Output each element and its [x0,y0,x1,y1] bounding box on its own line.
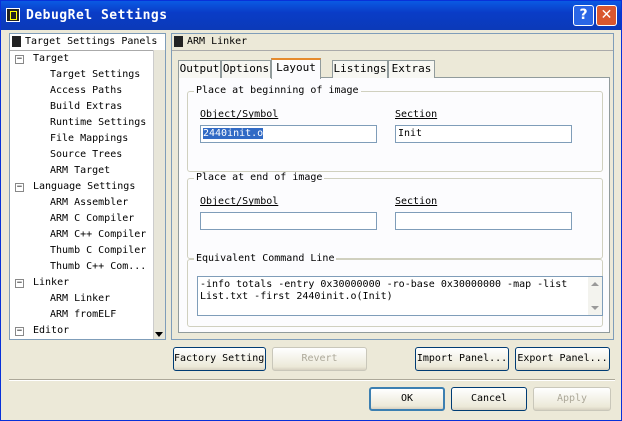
export-panel-button[interactable]: Export Panel... [515,347,610,371]
layout-tab-body: Place at beginning of image Object/Symbo… [178,77,610,333]
tree-item-arm-assembler[interactable]: ARM Assembler [50,195,128,211]
tree-item-file-mappings[interactable]: File Mappings [50,131,128,147]
tree-item-access-paths[interactable]: Access Paths [50,83,122,99]
tree-item-source-trees[interactable]: Source Trees [50,147,122,163]
tree-item-target-settings[interactable]: Target Settings [50,67,140,83]
begin-object-label: Object/Symbol [200,109,279,120]
collapse-icon[interactable]: − [15,55,24,64]
panel-icon [12,36,21,47]
command-line-group: Equivalent Command Line -info totals -en… [187,253,603,327]
tree-group-label: Target [33,53,70,64]
begin-section-label: Section [395,109,438,120]
command-scrollbar[interactable] [588,277,602,315]
tree-group-label: Editor [33,325,70,336]
begin-image-group: Place at beginning of image Object/Symbo… [187,85,603,172]
tree-item-thumb-c-compiler[interactable]: Thumb C Compiler [50,243,146,259]
settings-window: DebugRel Settings ? ✕ Target Settings Pa… [0,0,622,421]
tab-layout[interactable]: Layout [271,58,321,79]
pane-title: ARM Linker [187,36,248,47]
tree-item-thumb-c-com[interactable]: Thumb C++ Com... [50,259,146,275]
app-icon [6,8,20,22]
scroll-down-icon[interactable] [155,332,163,337]
help-button[interactable]: ? [573,5,594,26]
command-line-value: -info totals -entry 0x30000000 -ro-base … [200,279,568,302]
begin-group-title: Place at beginning of image [194,85,361,97]
divider [9,379,615,381]
collapse-icon[interactable]: − [15,183,24,192]
command-group-title: Equivalent Command Line [194,253,337,265]
end-image-group: Place at end of image Object/Symbol Sect… [187,172,603,259]
tree-item-arm-linker[interactable]: ARM Linker [50,291,110,307]
panels-header-label: Target Settings Panels [25,36,158,47]
factory-settings-button[interactable]: Factory Settings [173,347,266,371]
begin-section-input[interactable]: Init [395,125,572,143]
tree-item-arm-fromelf[interactable]: ARM fromELF [50,307,116,323]
collapse-icon[interactable]: − [15,327,24,336]
begin-object-value: 2440init.o [203,128,264,139]
scroll-up-icon[interactable] [591,282,599,286]
end-group-title: Place at end of image [194,172,325,184]
close-button[interactable]: ✕ [596,5,617,26]
panel-icon [174,36,183,47]
settings-panels-tree[interactable]: Target Settings Panels − Target Target Set… [9,33,166,340]
scroll-down-icon[interactable] [591,306,599,310]
tab-options[interactable]: Options [221,60,271,78]
command-line-text[interactable]: -info totals -entry 0x30000000 -ro-base … [197,276,603,316]
pane-header: ARM Linker [172,34,613,51]
tab-output[interactable]: Output [178,60,221,78]
apply-button[interactable]: Apply [533,387,611,411]
end-section-label: Section [395,196,438,207]
tree-item-build-extras[interactable]: Build Extras [50,99,122,115]
begin-object-input[interactable]: 2440init.o [200,125,377,143]
end-object-label: Object/Symbol [200,196,279,207]
tree-item-arm-c-compiler[interactable]: ARM C++ Compiler [50,227,146,243]
tree-group-label: Linker [33,277,70,288]
tab-listings[interactable]: Listings [332,60,388,78]
end-object-input[interactable] [200,212,377,230]
cancel-button[interactable]: Cancel [451,387,527,411]
panels-header: Target Settings Panels [10,34,165,51]
tree-item-runtime-settings[interactable]: Runtime Settings [50,115,146,131]
collapse-icon[interactable]: − [15,279,24,288]
scrollbar-thumb[interactable] [153,50,165,339]
window-title: DebugRel Settings [26,8,168,23]
tree-item-arm-target[interactable]: ARM Target [50,163,110,179]
tree-group-label: Language Settings [33,181,136,192]
tree-scrollbar[interactable] [153,50,165,339]
import-panel-button[interactable]: Import Panel... [415,347,509,371]
tree-item-arm-c-compiler[interactable]: ARM C Compiler [50,211,134,227]
revert-button[interactable]: Revert [272,347,367,371]
end-section-input[interactable] [395,212,572,230]
ok-button[interactable]: OK [369,387,445,411]
linker-panel: ARM Linker Place at beginning of image O… [171,33,614,340]
tab-extras[interactable]: Extras [388,60,435,78]
title-bar[interactable]: DebugRel Settings ? ✕ [1,1,621,30]
